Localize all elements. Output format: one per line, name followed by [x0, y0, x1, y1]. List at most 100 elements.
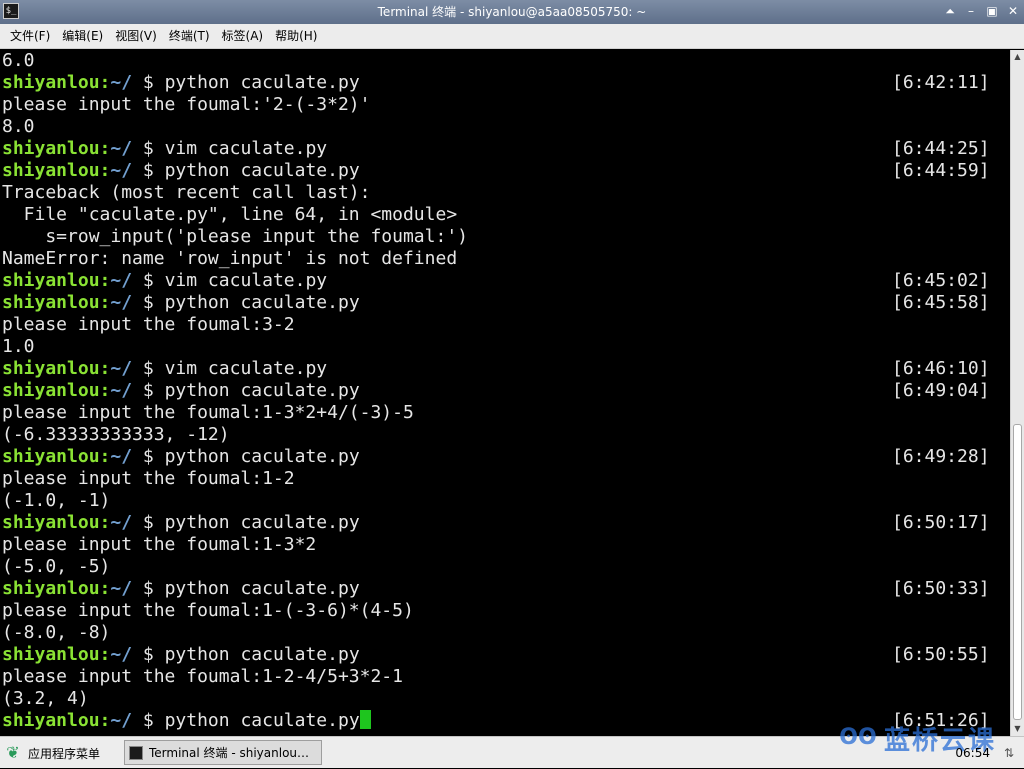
prompt-separator: : — [99, 138, 111, 159]
prompt-path: ~/ — [110, 644, 133, 665]
terminal-line: shiyanlou:~/ $ vim caculate.py [6:44:25] — [0, 138, 1010, 160]
prompt-user: shiyanlou — [2, 578, 100, 599]
vertical-scrollbar[interactable]: ▲ ▼ — [1010, 50, 1024, 736]
applications-menu-label: 应用程序菜单 — [28, 746, 101, 761]
minimize-button[interactable]: – — [962, 2, 980, 20]
prompt-timestamp: [6:44:25] — [892, 138, 990, 159]
prompt-path: ~/ — [110, 710, 133, 731]
output-text: please input the foumal:1-2-4/5+3*2-1 — [2, 666, 403, 687]
output-text: please input the foumal:1-3*2+4/(-3)-5 — [2, 402, 414, 423]
terminal-line: 6.0 — [0, 50, 1010, 72]
prompt-path: ~/ — [110, 358, 133, 379]
prompt-separator: : — [99, 644, 111, 665]
terminal-icon — [129, 745, 143, 760]
prompt-user: shiyanlou — [2, 72, 100, 93]
terminal-line: Traceback (most recent call last): — [0, 182, 1010, 204]
scroll-up-icon[interactable]: ▲ — [1011, 50, 1024, 64]
terminal-line: File "caculate.py", line 64, in <module> — [0, 204, 1010, 226]
terminal-cursor — [359, 710, 371, 729]
prompt-separator: : — [99, 578, 111, 599]
terminal-line: 8.0 — [0, 116, 1010, 138]
terminal-line: please input the foumal:1-(-3-6)*(4-5) — [0, 600, 1010, 622]
prompt-user: shiyanlou — [2, 138, 100, 159]
taskbar: ❦ 应用程序菜单 Terminal 终端 - shiyanlou@… ʘʘ 蓝桥… — [0, 725, 1024, 769]
terminal-line: (-8.0, -8) — [0, 622, 1010, 644]
prompt-path: ~/ — [110, 270, 133, 291]
menu-bar: 文件(F) 编辑(E) 视图(V) 终端(T) 标签(A) 帮助(H) — [0, 24, 1024, 49]
prompt-command: $ python caculate.py — [132, 160, 360, 181]
prompt-timestamp: [6:45:02] — [892, 270, 990, 291]
window-title: Terminal 终端 - shiyanlou@a5aa08505750: ~ — [377, 5, 647, 19]
terminal-line: please input the foumal:'2-(-3*2)' — [0, 94, 1010, 116]
output-text: please input the foumal:3-2 — [2, 314, 295, 335]
menu-edit[interactable]: 编辑(E) — [56, 24, 109, 48]
output-text: 6.0 — [2, 50, 35, 71]
terminal-line: shiyanlou:~/ $ python caculate.py [6:49:2… — [0, 446, 1010, 468]
close-button[interactable]: ✕ — [1004, 2, 1022, 20]
prompt-path: ~/ — [110, 138, 133, 159]
prompt-user: shiyanlou — [2, 446, 100, 467]
terminal-output[interactable]: 6.0 shiyanlou:~/ $ python caculate.py [6:4… — [0, 50, 1010, 736]
prompt-user: shiyanlou — [2, 644, 100, 665]
prompt-command: $ python caculate.py — [132, 380, 360, 401]
output-text: please input the foumal:'2-(-3*2)' — [2, 94, 371, 115]
clock[interactable]: 06:54 — [955, 737, 990, 769]
terminal-line: please input the foumal:3-2 — [0, 314, 1010, 336]
output-text: please input the foumal:1-2 — [2, 468, 295, 489]
menu-view[interactable]: 视图(V) — [109, 24, 163, 48]
taskbar-window-label: Terminal 终端 - shiyanlou@… — [149, 746, 321, 760]
prompt-path: ~/ — [110, 380, 133, 401]
output-text: (3.2, 4) — [2, 688, 89, 709]
terminal-line: (-6.33333333333, -12) — [0, 424, 1010, 446]
terminal-line: shiyanlou:~/ $ python caculate.py [6:49:0… — [0, 380, 1010, 402]
prompt-timestamp: [6:50:33] — [892, 578, 990, 599]
prompt-separator: : — [99, 710, 111, 731]
terminal-line: please input the foumal:1-2-4/5+3*2-1 — [0, 666, 1010, 688]
prompt-separator: : — [99, 292, 111, 313]
network-icon[interactable]: ⇅ — [1000, 745, 1018, 761]
prompt-timestamp: [6:49:04] — [892, 380, 990, 401]
applications-menu-button[interactable]: ❦ 应用程序菜单 — [6, 741, 100, 765]
terminal-line: shiyanlou:~/ $ python caculate.py [6:50:1… — [0, 512, 1010, 534]
output-text: 8.0 — [2, 116, 35, 137]
maximize-button[interactable]: ▣ — [983, 2, 1001, 20]
terminal-line: (-1.0, -1) — [0, 490, 1010, 512]
shade-button[interactable]: ⏶ — [941, 2, 959, 20]
prompt-path: ~/ — [110, 160, 133, 181]
output-text: NameError: name 'row_input' is not defin… — [2, 248, 458, 269]
terminal-line: shiyanlou:~/ $ python caculate.py [6:50:5… — [0, 644, 1010, 666]
menu-tabs[interactable]: 标签(A) — [216, 24, 270, 48]
menu-terminal[interactable]: 终端(T) — [163, 24, 216, 48]
scroll-down-icon[interactable]: ▼ — [1011, 722, 1024, 736]
leaf-icon: ❦ — [6, 743, 20, 762]
prompt-separator: : — [99, 380, 111, 401]
scrollbar-thumb[interactable] — [1013, 424, 1022, 720]
menu-help[interactable]: 帮助(H) — [269, 24, 323, 48]
prompt-separator: : — [99, 512, 111, 533]
prompt-user: shiyanlou — [2, 380, 100, 401]
prompt-separator: : — [99, 270, 111, 291]
prompt-user: shiyanlou — [2, 710, 100, 731]
terminal-line: (-5.0, -5) — [0, 556, 1010, 578]
taskbar-window-terminal[interactable]: Terminal 终端 - shiyanlou@… — [124, 740, 322, 765]
terminal-line: shiyanlou:~/ $ python caculate.py [6:45:5… — [0, 292, 1010, 314]
prompt-path: ~/ — [110, 72, 133, 93]
terminal-line: shiyanlou:~/ $ vim caculate.py [6:46:10] — [0, 358, 1010, 380]
terminal-line: shiyanlou:~/ $ python caculate.py [6:42:1… — [0, 72, 1010, 94]
prompt-separator: : — [99, 446, 111, 467]
prompt-path: ~/ — [110, 512, 133, 533]
output-text: please input the foumal:1-(-3-6)*(4-5) — [2, 600, 414, 621]
prompt-path: ~/ — [110, 578, 133, 599]
terminal-line: please input the foumal:1-2 — [0, 468, 1010, 490]
title-bar[interactable]: $_ Terminal 终端 - shiyanlou@a5aa08505750:… — [0, 0, 1024, 24]
prompt-separator: : — [99, 358, 111, 379]
output-text: (-8.0, -8) — [2, 622, 111, 643]
prompt-timestamp: [6:46:10] — [892, 358, 990, 379]
output-text: (-6.33333333333, -12) — [2, 424, 230, 445]
terminal-line: (3.2, 4) — [0, 688, 1010, 710]
prompt-timestamp: [6:45:58] — [892, 292, 990, 313]
menu-file[interactable]: 文件(F) — [4, 24, 56, 48]
window-controls: ⏶ – ▣ ✕ — [941, 2, 1022, 20]
prompt-timestamp: [6:49:28] — [892, 446, 990, 467]
prompt-command: $ vim caculate.py — [132, 138, 328, 159]
